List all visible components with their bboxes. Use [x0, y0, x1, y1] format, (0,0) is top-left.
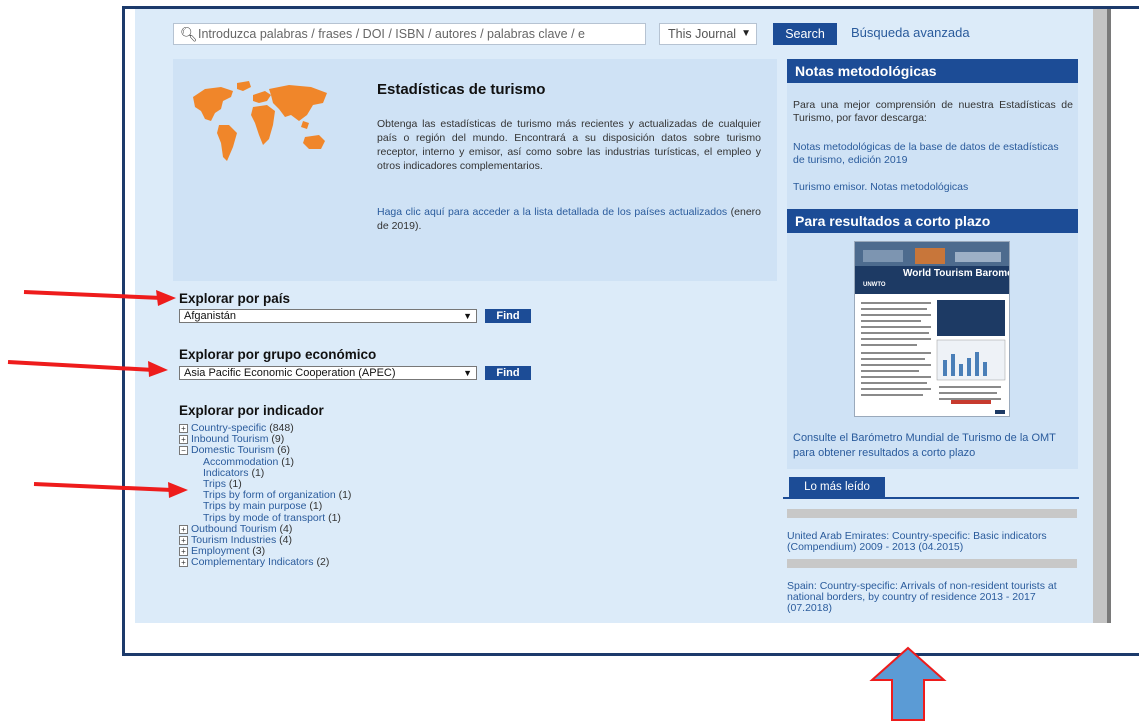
chevron-down-icon: ▼: [741, 28, 751, 39]
thumb-title: World Tourism Barometer: [903, 268, 1010, 279]
expand-icon[interactable]: +: [179, 536, 188, 546]
barometer-cover-image: World Tourism Barometer UNWTO: [855, 242, 1010, 414]
intro-box: Estadísticas de turismo Obtenga las esta…: [173, 59, 777, 281]
tree-item-label[interactable]: Trips by main purpose: [203, 500, 307, 512]
tree-item-label[interactable]: Inbound Tourism: [191, 433, 268, 445]
search-button[interactable]: Search: [773, 23, 837, 45]
tree-item-count: (1): [281, 455, 295, 468]
notas-text: Para una mejor comprensión de nuestra Es…: [793, 99, 1073, 124]
tree-item[interactable]: + Complementary Indicators (2): [179, 557, 351, 568]
barometer-link[interactable]: Consulte el Barómetro Mundial de Turismo…: [793, 431, 1073, 461]
tree-item-count: (4): [279, 522, 293, 535]
indicator-heading: Explorar por indicador: [179, 403, 324, 418]
notas-link-emisor[interactable]: Turismo emisor. Notas metodológicas: [793, 181, 1073, 194]
tree-item-label[interactable]: Indicators: [203, 467, 249, 479]
barometer-thumbnail[interactable]: World Tourism Barometer UNWTO: [854, 241, 1010, 417]
tree-item-label[interactable]: Trips: [203, 478, 226, 490]
collapse-icon[interactable]: −: [179, 446, 188, 456]
expand-icon[interactable]: +: [179, 435, 188, 445]
tree-item-count: (1): [228, 478, 242, 491]
tree-item-label[interactable]: Trips by form of organization: [203, 489, 336, 501]
group-value: Asia Pacific Economic Cooperation (APEC): [184, 367, 396, 379]
expand-icon[interactable]: +: [179, 558, 188, 568]
screenshot-frame: 🔍︎ Introduzca palabras / frases / DOI / …: [122, 6, 1139, 656]
corto-title: Para resultados a corto plazo: [787, 209, 1078, 233]
red-arrow-annotation: [33, 482, 188, 498]
red-arrow-annotation: [7, 360, 168, 377]
intro-title: Estadísticas de turismo: [377, 81, 546, 98]
intro-text: Obtenga las estadísticas de turismo más …: [377, 118, 761, 172]
country-select[interactable]: Afganistán ▼: [179, 309, 477, 323]
tree-item-count: (2): [316, 556, 330, 569]
tree-item-label[interactable]: Domestic Tourism: [191, 444, 274, 456]
dropdown-arrow-icon: ▼: [463, 311, 472, 321]
scrollbar-edge: [1107, 9, 1111, 623]
notas-link-2019[interactable]: Notas metodológicas de la base de datos …: [793, 141, 1073, 167]
tree-item-label[interactable]: Trips by mode of transport: [203, 512, 325, 524]
tree-item-label[interactable]: Tourism Industries: [191, 534, 276, 546]
indicator-tree: + Country-specific (848) + Inbound Tourism…: [179, 422, 352, 569]
expand-icon[interactable]: +: [179, 424, 188, 433]
most-read-item[interactable]: Spain: Country-specific: Arrivals of non…: [787, 581, 1077, 614]
scope-select[interactable]: This Journal ▼: [659, 23, 757, 45]
expand-icon[interactable]: +: [179, 524, 188, 534]
find-country-button[interactable]: Find: [485, 309, 531, 323]
divider-bar: [787, 559, 1077, 568]
tree-item-label[interactable]: Outbound Tourism: [191, 523, 277, 535]
group-select[interactable]: Asia Pacific Economic Cooperation (APEC)…: [179, 366, 477, 380]
tree-item-label[interactable]: Employment: [191, 545, 249, 557]
search-input[interactable]: 🔍︎ Introduzca palabras / frases / DOI / …: [173, 23, 646, 45]
country-heading: Explorar por país: [179, 291, 291, 306]
tree-item-label[interactable]: Accommodation: [203, 456, 278, 468]
advanced-search-link[interactable]: Búsqueda avanzada: [851, 23, 970, 43]
tree-item-label[interactable]: Complementary Indicators: [191, 556, 314, 568]
tree-item-count: (1): [309, 500, 323, 513]
scope-value: This Journal: [668, 27, 737, 41]
divider-bar: [787, 509, 1077, 518]
group-heading: Explorar por grupo económico: [179, 347, 377, 362]
updated-countries-link[interactable]: Haga clic aquí para acceder a la lista d…: [377, 206, 727, 218]
red-arrow-annotation: [23, 290, 176, 306]
tree-item-label[interactable]: Country-specific: [191, 422, 266, 434]
country-value: Afganistán: [184, 310, 236, 322]
search-placeholder: Introduzca palabras / frases / DOI / ISB…: [198, 27, 585, 41]
tree-item-count: (9): [271, 433, 285, 446]
tree-item-count: (6): [277, 444, 291, 457]
tree-item-count: (3): [252, 545, 266, 558]
scrollbar-track[interactable]: [1093, 9, 1107, 623]
tree-item-count: (1): [251, 466, 265, 479]
tree-item-count: (1): [338, 489, 352, 502]
most-read-item[interactable]: United Arab Emirates: Country-specific: …: [787, 531, 1077, 553]
dropdown-arrow-icon: ▼: [463, 368, 472, 378]
thumb-logo: UNWTO: [863, 282, 886, 288]
intro-link-paragraph: Haga clic aquí para acceder a la lista d…: [377, 205, 761, 233]
notas-title: Notas metodológicas: [787, 59, 1078, 83]
find-group-button[interactable]: Find: [485, 366, 531, 380]
tab-mas-leido[interactable]: Lo más leído: [789, 477, 885, 497]
tab-underline: [783, 497, 1079, 499]
blue-arrow-annotation: [869, 646, 947, 721]
notas-panel: [787, 59, 1078, 219]
tree-item-count: (848): [269, 422, 294, 434]
world-map-icon: [193, 81, 327, 161]
search-icon: 🔍︎: [180, 26, 198, 42]
tree-item-count: (1): [328, 511, 341, 524]
expand-icon[interactable]: +: [179, 547, 188, 557]
tree-item-count: (4): [279, 534, 292, 547]
page-content: 🔍︎ Introduzca palabras / frases / DOI / …: [135, 9, 1111, 623]
